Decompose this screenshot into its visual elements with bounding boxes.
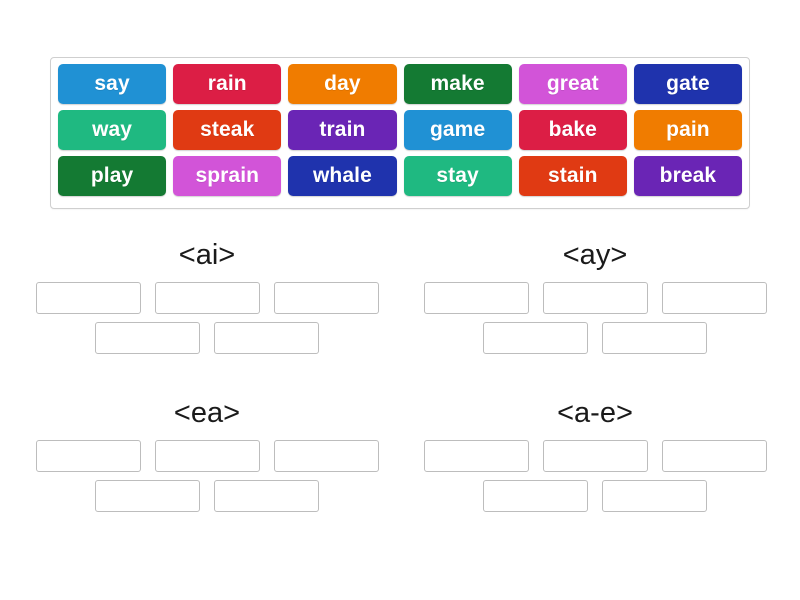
drop-slot[interactable] xyxy=(602,480,707,512)
slot-row-bottom-ay xyxy=(410,322,780,354)
word-tile-great[interactable]: great xyxy=(518,64,627,104)
word-tile-play[interactable]: play xyxy=(58,156,167,196)
drop-slot[interactable] xyxy=(154,440,260,472)
category-group-ea: <ea> xyxy=(22,396,392,520)
slot-row-bottom-ea xyxy=(22,480,392,512)
category-title-ay: <ay> xyxy=(562,239,628,271)
drop-slot[interactable] xyxy=(661,440,767,472)
drop-slot[interactable] xyxy=(661,282,767,314)
slot-row-top-ai xyxy=(22,282,392,314)
drop-slot[interactable] xyxy=(214,322,319,354)
drop-slot[interactable] xyxy=(214,480,319,512)
word-tile-stay[interactable]: stay xyxy=(403,156,512,196)
word-tile-rain[interactable]: rain xyxy=(173,64,282,104)
drop-slot[interactable] xyxy=(273,440,379,472)
drop-slot[interactable] xyxy=(95,480,200,512)
drop-slot[interactable] xyxy=(154,282,260,314)
category-title-a-e: <a-e> xyxy=(557,397,633,429)
drop-slot[interactable] xyxy=(483,480,588,512)
word-tile-bake[interactable]: bake xyxy=(518,110,627,150)
drop-slot[interactable] xyxy=(423,282,529,314)
word-tile-gate[interactable]: gate xyxy=(633,64,743,104)
drop-slot[interactable] xyxy=(423,440,529,472)
slot-row-top-ea xyxy=(22,440,392,472)
word-bank-row: way steak train game bake pain xyxy=(58,110,743,150)
drop-slot[interactable] xyxy=(483,322,588,354)
slot-row-top-a-e xyxy=(410,440,780,472)
slot-row-bottom-ai xyxy=(22,322,392,354)
category-group-ai: <ai> xyxy=(22,238,392,362)
category-group-ay: <ay> xyxy=(410,238,780,362)
word-tile-whale[interactable]: whale xyxy=(288,156,397,196)
slot-row-top-ay xyxy=(410,282,780,314)
drop-slot[interactable] xyxy=(542,282,648,314)
word-tile-train[interactable]: train xyxy=(288,110,397,150)
category-title-ai: <ai> xyxy=(178,239,236,271)
word-tile-day[interactable]: day xyxy=(288,64,397,104)
category-group-a-e: <a-e> xyxy=(410,396,780,520)
word-tile-break[interactable]: break xyxy=(633,156,743,196)
drop-slot[interactable] xyxy=(602,322,707,354)
word-tile-game[interactable]: game xyxy=(403,110,512,150)
word-bank-row: say rain day make great gate xyxy=(58,64,743,104)
word-tile-sprain[interactable]: sprain xyxy=(173,156,282,196)
category-title-ea: <ea> xyxy=(173,397,241,429)
drop-slot[interactable] xyxy=(35,440,141,472)
word-tile-pain[interactable]: pain xyxy=(633,110,743,150)
drop-slot[interactable] xyxy=(542,440,648,472)
drop-slot[interactable] xyxy=(35,282,141,314)
drop-slot[interactable] xyxy=(95,322,200,354)
slot-row-bottom-a-e xyxy=(410,480,780,512)
word-bank-row: play sprain whale stay stain break xyxy=(58,156,743,196)
word-tile-steak[interactable]: steak xyxy=(173,110,282,150)
word-tile-stain[interactable]: stain xyxy=(518,156,627,196)
drop-slot[interactable] xyxy=(273,282,379,314)
word-bank-panel: say rain day make great gate way steak train game… xyxy=(50,57,750,209)
word-tile-way[interactable]: way xyxy=(58,110,167,150)
word-tile-make[interactable]: make xyxy=(403,64,512,104)
word-tile-say[interactable]: say xyxy=(58,64,167,104)
